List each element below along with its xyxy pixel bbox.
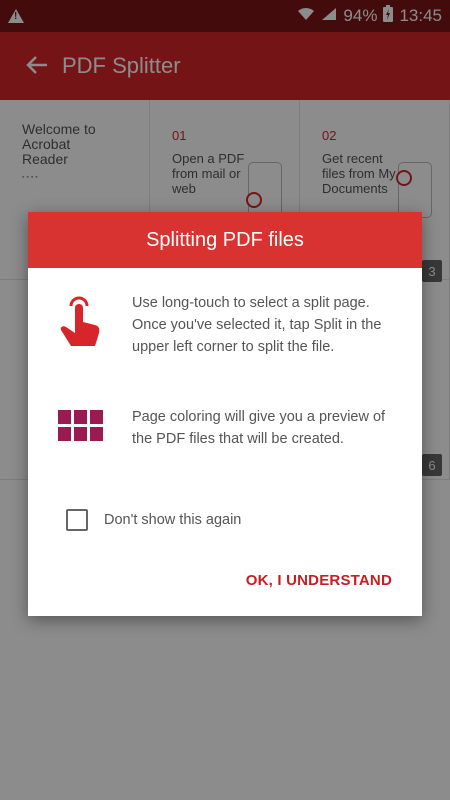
tip-page-coloring: Page coloring will give you a preview of… <box>28 406 422 450</box>
tip-text: Page coloring will give you a preview of… <box>132 409 386 447</box>
dont-show-again-checkbox[interactable] <box>66 509 88 531</box>
tip-long-touch: Use long-touch to select a split page. O… <box>28 292 422 358</box>
touch-hand-icon <box>57 292 103 358</box>
ok-understand-button[interactable]: OK, I UNDERSTAND <box>246 572 392 589</box>
splitting-info-dialog: Splitting PDF files Use long-touch to se… <box>28 212 422 616</box>
dont-show-again-row[interactable]: Don't show this again <box>66 509 241 531</box>
page-grid-icon <box>57 410 103 450</box>
dialog-header: Splitting PDF files <box>28 212 422 268</box>
tip-text: Use long-touch to select a split page. O… <box>132 295 382 355</box>
dialog-title: Splitting PDF files <box>146 228 304 251</box>
dont-show-again-label: Don't show this again <box>104 512 242 528</box>
